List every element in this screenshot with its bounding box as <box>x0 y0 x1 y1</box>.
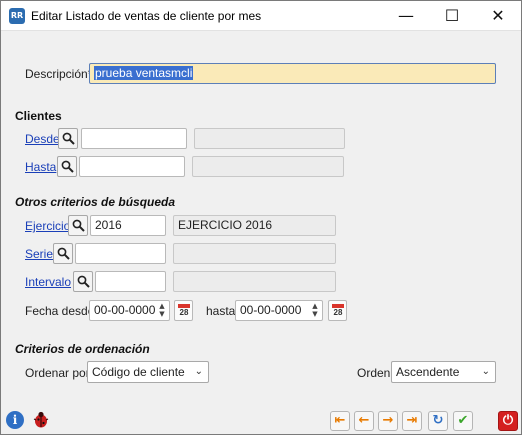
desde-name-field <box>194 128 345 149</box>
descripcion-value: prueba ventasmcli <box>94 66 194 80</box>
last-record-button[interactable]: ⇥ <box>402 411 422 431</box>
arrow-right-icon: → <box>382 413 394 428</box>
refresh-button[interactable]: ↻ <box>428 411 448 431</box>
title-bar: RR Editar Listado de ventas de cliente p… <box>1 1 521 31</box>
serie-link[interactable]: Serie <box>25 247 53 261</box>
ordenar-por-value: Código de cliente <box>92 365 185 379</box>
first-icon: ⇤ <box>334 413 346 428</box>
info-icon[interactable]: i <box>6 411 24 429</box>
fecha-hasta-spinner[interactable]: ▲ ▼ <box>310 302 320 319</box>
exit-button[interactable]: ⏻ <box>498 411 518 431</box>
fecha-hasta-input[interactable]: 00-00-0000 ▲ ▼ <box>235 300 323 321</box>
calendar-day: 28 <box>333 308 343 317</box>
orden-select[interactable]: Ascendente ⌄ <box>391 361 496 383</box>
chevron-down-icon: ⌄ <box>481 366 490 377</box>
intervalo-search-button[interactable] <box>73 271 93 292</box>
fecha-desde-calendar-button[interactable]: 28 <box>174 300 193 321</box>
next-record-button[interactable]: → <box>378 411 398 431</box>
clientes-section-title: Clientes <box>15 109 62 123</box>
accept-button[interactable]: ✔ <box>453 411 473 431</box>
calendar-day: 28 <box>179 308 189 317</box>
fecha-desde-input[interactable]: 00-00-0000 ▲ ▼ <box>89 300 170 321</box>
close-button[interactable]: ✕ <box>475 1 521 31</box>
serie-search-button[interactable] <box>53 243 73 264</box>
orden-section-title: Criterios de ordenación <box>15 342 150 356</box>
hasta-code-input[interactable] <box>79 156 185 177</box>
ejercicio-input[interactable]: 2016 <box>90 215 166 236</box>
maximize-button[interactable]: ☐ <box>429 1 475 31</box>
search-icon <box>77 275 90 288</box>
desde-code-input[interactable] <box>81 128 187 149</box>
fecha-hasta-label: hasta <box>206 304 236 318</box>
search-icon <box>61 160 74 173</box>
fecha-desde-value: 00-00-0000 <box>94 303 156 317</box>
serie-input[interactable] <box>75 243 166 264</box>
fecha-desde-spinner[interactable]: ▲ ▼ <box>157 302 167 319</box>
ejercicio-search-button[interactable] <box>68 215 88 236</box>
app-icon: RR <box>9 8 25 24</box>
previous-record-button[interactable]: ← <box>354 411 374 431</box>
checkmark-icon: ✔ <box>457 413 469 428</box>
intervalo-name-field <box>173 271 336 292</box>
intervalo-input[interactable] <box>95 271 166 292</box>
ordenar-por-label: Ordenar por <box>25 366 90 380</box>
hasta-name-field <box>192 156 344 177</box>
minimize-button[interactable]: — <box>383 1 429 31</box>
desde-search-button[interactable] <box>58 128 78 149</box>
first-record-button[interactable]: ⇤ <box>330 411 350 431</box>
ejercicio-name-field: EJERCICIO 2016 <box>173 215 336 236</box>
ordenar-por-select[interactable]: Código de cliente ⌄ <box>87 361 209 383</box>
search-icon <box>72 219 85 232</box>
intervalo-link[interactable]: Intervalo <box>25 275 71 289</box>
chevron-down-icon: ⌄ <box>194 366 203 377</box>
fecha-desde-label: Fecha desde <box>25 304 95 318</box>
hasta-search-button[interactable] <box>57 156 77 177</box>
serie-name-field <box>173 243 336 264</box>
arrow-left-icon: ← <box>358 413 370 428</box>
fecha-hasta-calendar-button[interactable]: 28 <box>328 300 347 321</box>
window-title: Editar Listado de ventas de cliente por … <box>31 9 262 23</box>
fecha-hasta-value: 00-00-0000 <box>240 303 302 317</box>
hasta-link[interactable]: Hasta <box>25 160 56 174</box>
dialog-window: RR Editar Listado de ventas de cliente p… <box>0 0 522 435</box>
orden-value: Ascendente <box>396 365 460 379</box>
bug-icon[interactable] <box>31 410 51 430</box>
descripcion-label: Descripción* <box>25 67 93 81</box>
last-icon: ⇥ <box>406 413 418 428</box>
descripcion-input[interactable]: prueba ventasmcli <box>89 63 496 84</box>
power-icon: ⏻ <box>502 413 514 428</box>
otros-section-title: Otros criterios de búsqueda <box>15 195 176 209</box>
search-icon <box>62 132 75 145</box>
orden-label: Orden <box>357 366 391 380</box>
ejercicio-link[interactable]: Ejercicio <box>25 219 70 233</box>
search-icon <box>57 247 70 260</box>
refresh-icon: ↻ <box>432 413 444 428</box>
desde-link[interactable]: Desde <box>25 132 60 146</box>
